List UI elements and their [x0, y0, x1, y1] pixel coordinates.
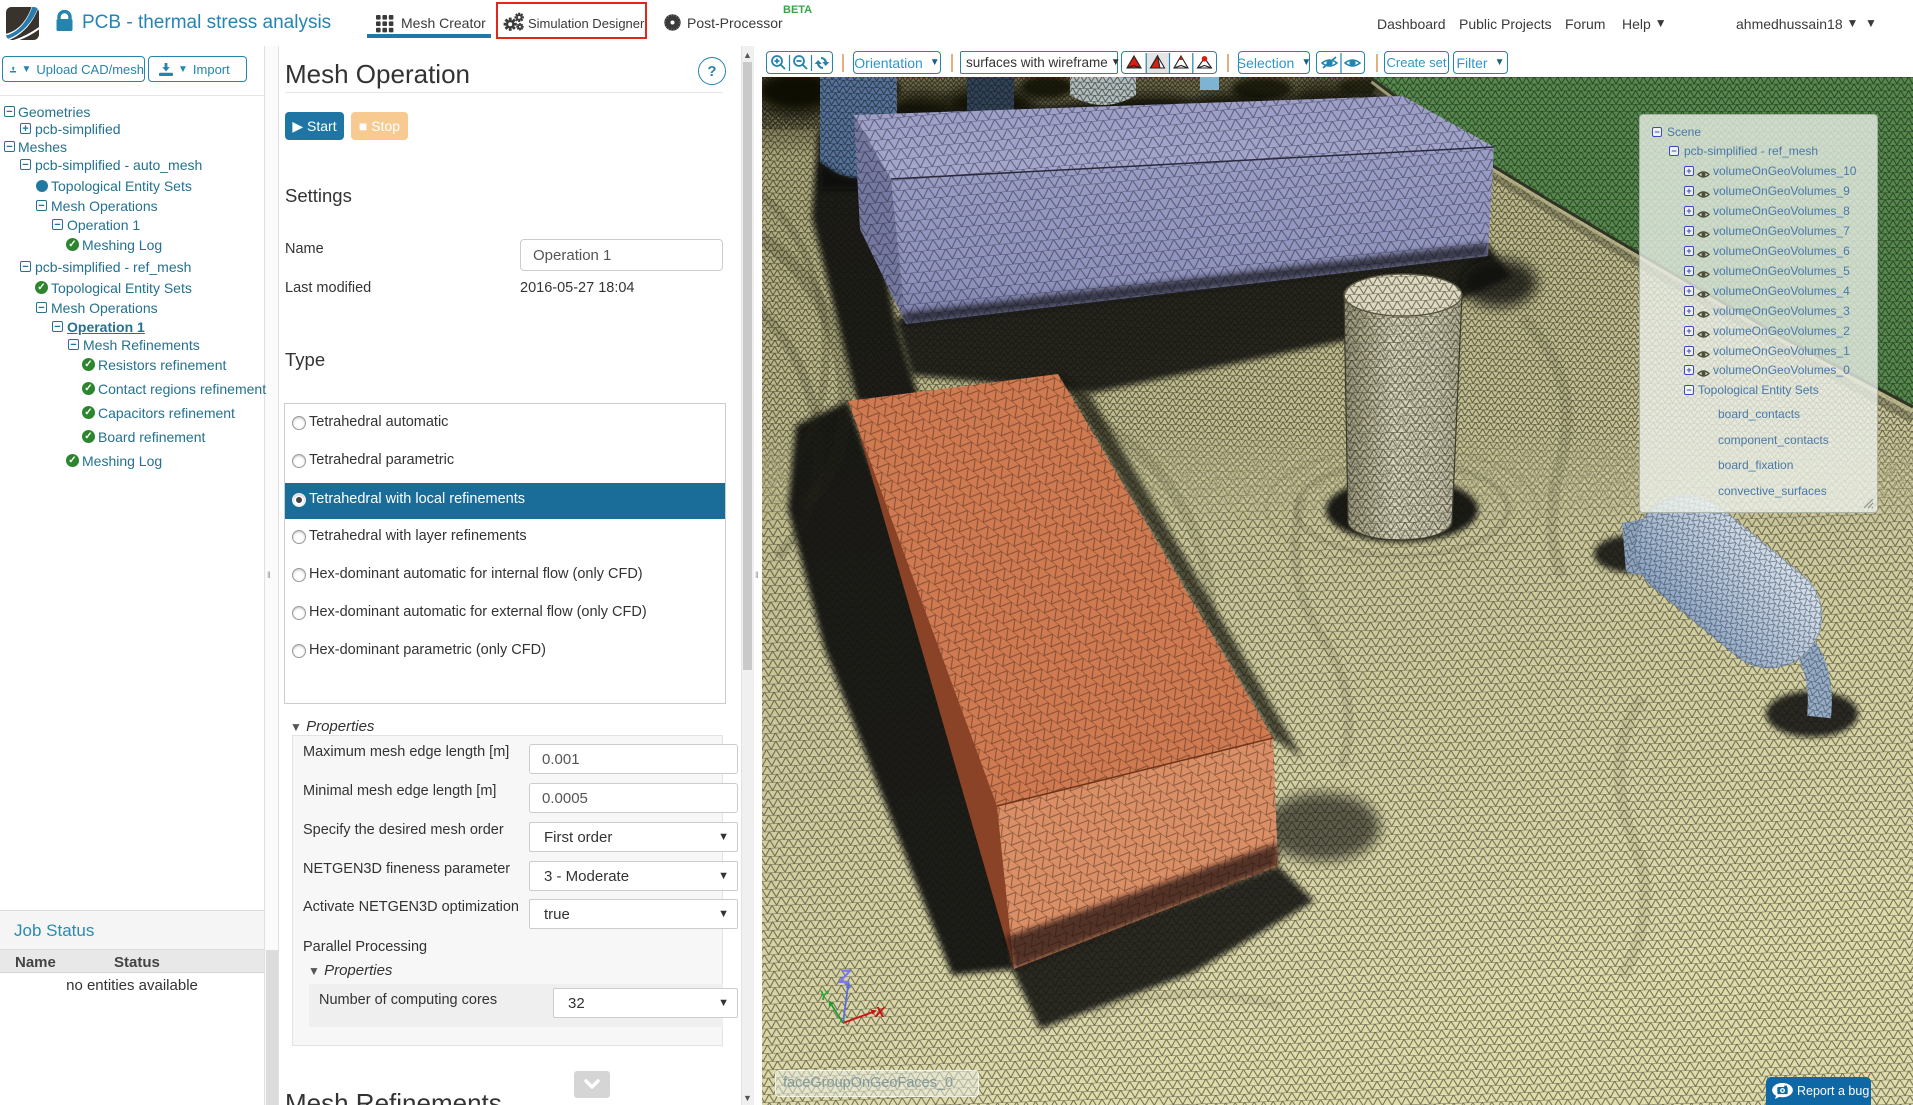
svg-text:Z: Z — [838, 967, 852, 988]
svg-text:X: X — [874, 1004, 886, 1021]
svg-text:Y: Y — [819, 987, 830, 1003]
